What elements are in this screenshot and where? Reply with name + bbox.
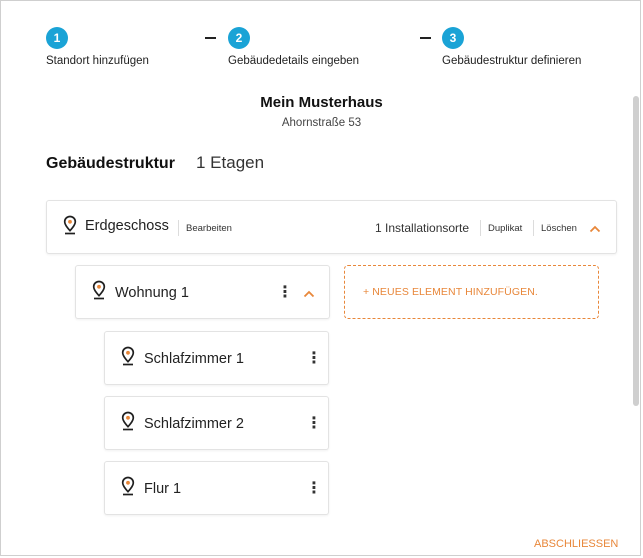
step-1: 1 [46,27,68,49]
step-1-number: 1 [46,27,68,49]
step-2-label: Gebäudedetails eingeben [228,55,360,67]
floor-count: 1 Etagen [196,153,265,172]
location-pin-icon [92,280,106,300]
installations-count: 1 Installationsorte [375,221,470,235]
building-name: Mein Musterhaus [260,94,383,111]
finish-button[interactable]: ABSCHLIESSEN [534,538,618,550]
chevron-up-icon[interactable] [303,290,315,298]
step-connector [205,37,216,39]
unit-row[interactable]: Wohnung 1 ⋮ [75,265,330,319]
kebab-menu-icon[interactable]: ⋮ [306,416,322,432]
building-address: Ahornstraße 53 [281,117,362,129]
kebab-menu-icon[interactable]: ⋮ [306,481,322,497]
step-1-label: Standort hinzufügen [46,55,149,67]
duplicate-floor-link[interactable]: Duplikat [488,223,522,234]
chevron-up-icon[interactable] [589,225,601,233]
kebab-menu-icon[interactable]: ⋮ [306,351,322,367]
room-row[interactable]: Schlafzimmer 1 ⋮ [104,331,329,385]
scrollbar[interactable] [633,96,639,406]
divider [533,220,534,236]
location-pin-icon [121,411,135,431]
delete-floor-link[interactable]: Löschen [541,223,577,234]
step-3-number: 3 [442,27,464,49]
add-element-label: + NEUES ELEMENT HINZUFÜGEN. [363,286,538,298]
location-pin-icon [121,346,135,366]
step-2: 2 [228,27,250,49]
kebab-menu-icon[interactable]: ⋮ [277,285,293,301]
floor-row[interactable]: Erdgeschoss Bearbeiten 1 Installationsor… [46,200,617,254]
location-pin-icon [121,476,135,496]
structure-title: Gebäudestruktur [46,155,175,172]
floor-name: Erdgeschoss [85,218,169,234]
room-row[interactable]: Flur 1 ⋮ [104,461,329,515]
divider [480,220,481,236]
room-name: Schlafzimmer 1 [144,351,244,367]
divider [178,220,179,236]
step-2-number: 2 [228,27,250,49]
step-3-label: Gebäudestruktur definieren [442,55,582,67]
room-row[interactable]: Schlafzimmer 2 ⋮ [104,396,329,450]
location-pin-icon [63,215,77,235]
edit-floor-link[interactable]: Bearbeiten [186,223,232,234]
room-name: Flur 1 [144,481,182,497]
add-element-button[interactable]: + NEUES ELEMENT HINZUFÜGEN. [344,265,599,319]
room-name: Schlafzimmer 2 [144,416,244,432]
step-3: 3 [442,27,464,49]
step-connector [420,37,431,39]
unit-name: Wohnung 1 [115,285,189,301]
